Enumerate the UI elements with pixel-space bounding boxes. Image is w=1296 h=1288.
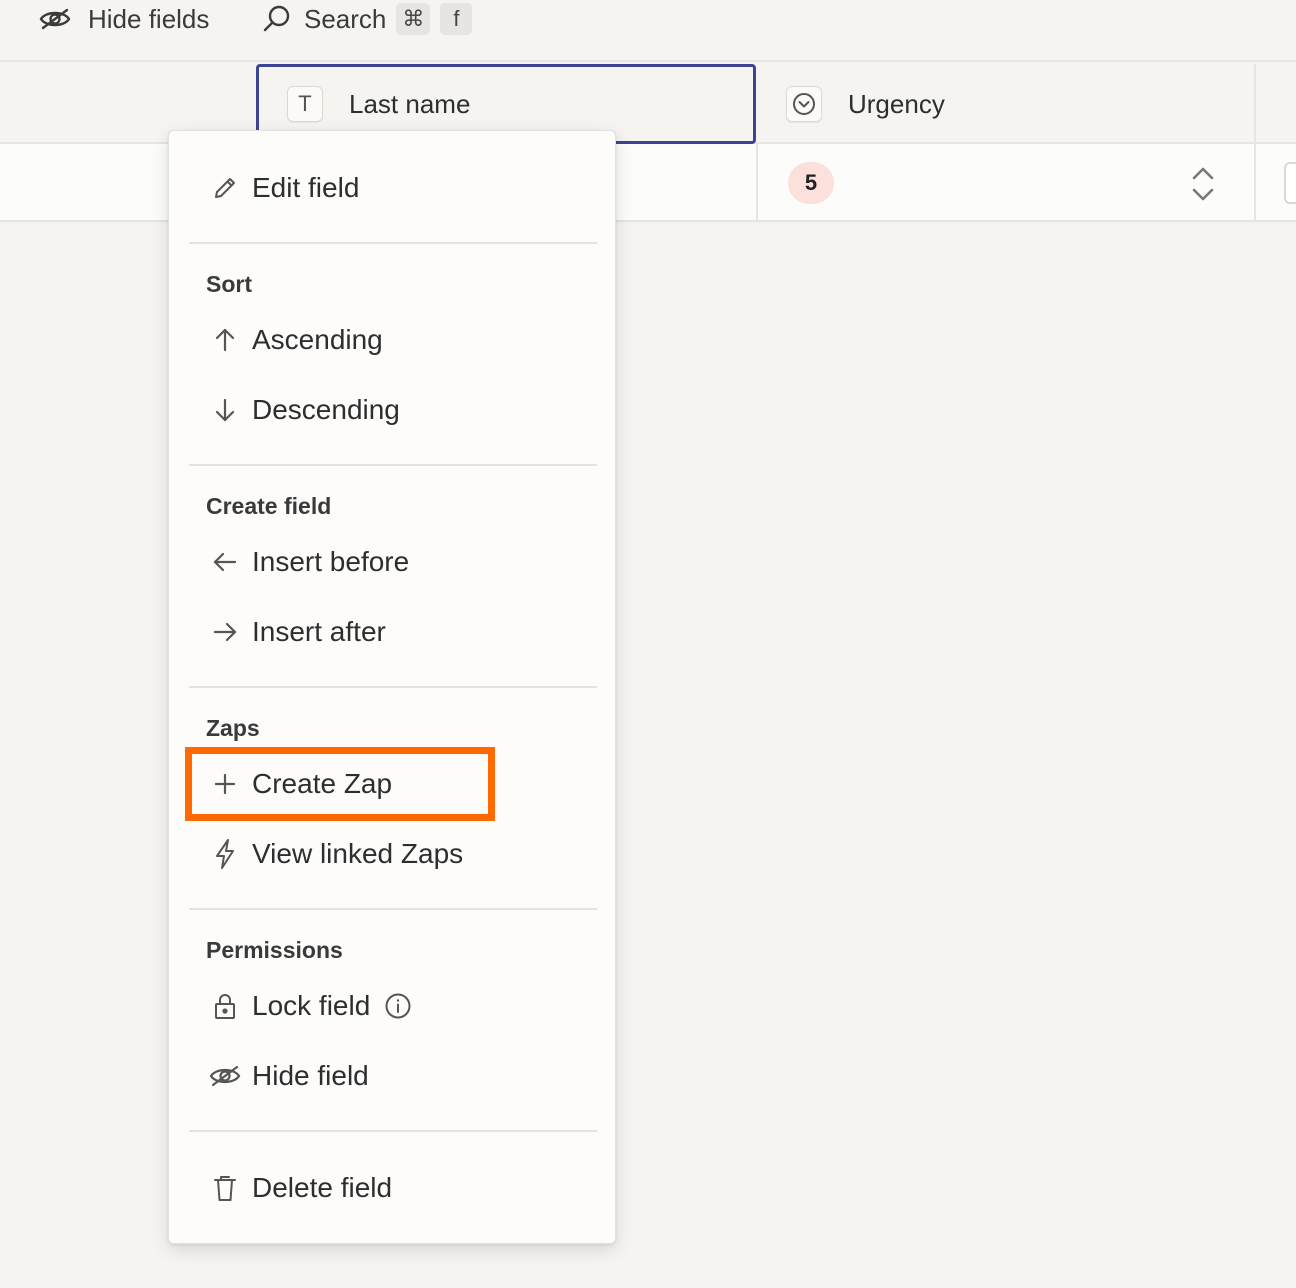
zaps-section-label: Zaps [206, 715, 260, 741]
next-column-cell[interactable] [1284, 162, 1296, 204]
search-label: Search [304, 3, 387, 34]
text-type-icon: T [287, 86, 323, 122]
eye-slash-icon [207, 1058, 243, 1094]
sort-ascending-menu-item[interactable]: Ascending [207, 316, 383, 364]
hide-field-label: Hide field [252, 1060, 369, 1091]
permissions-section-label: Permissions [206, 937, 343, 963]
menu-divider [189, 908, 597, 910]
arrow-down-icon [207, 392, 243, 428]
edit-field-menu-item[interactable]: Edit field [207, 164, 359, 212]
column-title-urgency: Urgency [848, 88, 945, 119]
search-button[interactable]: Search ⌘ f [262, 0, 473, 38]
shortcut-key-f: f [440, 3, 473, 35]
descending-label: Descending [252, 394, 400, 425]
shortcut-key-cmd: ⌘ [396, 3, 431, 35]
arrow-up-icon [207, 322, 243, 358]
menu-divider [189, 686, 597, 688]
search-icon [263, 5, 290, 32]
insert-after-label: Insert after [252, 616, 386, 647]
trash-icon [207, 1170, 243, 1206]
hide-fields-button[interactable]: Hide fields [38, 0, 209, 38]
arrow-right-icon [207, 614, 243, 650]
hide-fields-label: Hide fields [88, 3, 210, 34]
pencil-icon [207, 170, 243, 206]
create-field-section-label: Create field [206, 493, 332, 519]
dropdown-type-icon [786, 86, 822, 122]
edit-field-label: Edit field [252, 172, 360, 203]
ascending-label: Ascending [252, 324, 383, 355]
urgency-cell[interactable]: 5 [756, 144, 1256, 222]
sort-descending-menu-item[interactable]: Descending [207, 386, 400, 434]
up-down-chevron-icon[interactable] [1190, 164, 1216, 204]
menu-divider [189, 242, 597, 244]
delete-field-menu-item[interactable]: Delete field [207, 1164, 392, 1212]
column-title-last-name: Last name [349, 88, 471, 119]
menu-divider [189, 464, 597, 466]
column-header-next[interactable] [1256, 64, 1296, 144]
create-zap-label: Create Zap [252, 768, 393, 799]
sort-section-label: Sort [206, 271, 252, 297]
insert-before-menu-item[interactable]: Insert before [207, 538, 409, 586]
insert-before-label: Insert before [252, 546, 410, 577]
toolbar: Hide fields Search ⌘ f [0, 0, 1296, 62]
view-linked-zaps-label: View linked Zaps [252, 838, 464, 869]
view-linked-zaps-menu-item[interactable]: View linked Zaps [207, 830, 463, 878]
arrow-left-icon [207, 544, 243, 580]
plus-icon [207, 766, 243, 802]
delete-field-label: Delete field [252, 1172, 393, 1203]
chevron-circle-icon [793, 93, 815, 115]
field-context-menu: Edit field Sort Ascending Descending Cre… [168, 130, 616, 1244]
lock-icon [207, 988, 243, 1024]
eye-slash-icon [39, 8, 71, 30]
lock-field-menu-item[interactable]: Lock field [207, 982, 412, 1030]
insert-after-menu-item[interactable]: Insert after [207, 608, 386, 656]
create-zap-menu-item[interactable]: Create Zap [207, 760, 392, 808]
info-icon[interactable] [384, 992, 412, 1020]
lightning-bolt-icon [207, 836, 243, 872]
column-header-urgency[interactable]: Urgency [756, 64, 1256, 144]
hide-field-menu-item[interactable]: Hide field [207, 1052, 369, 1100]
lock-field-label: Lock field [252, 990, 371, 1021]
urgency-badge: 5 [788, 162, 834, 204]
menu-divider [189, 1130, 597, 1132]
